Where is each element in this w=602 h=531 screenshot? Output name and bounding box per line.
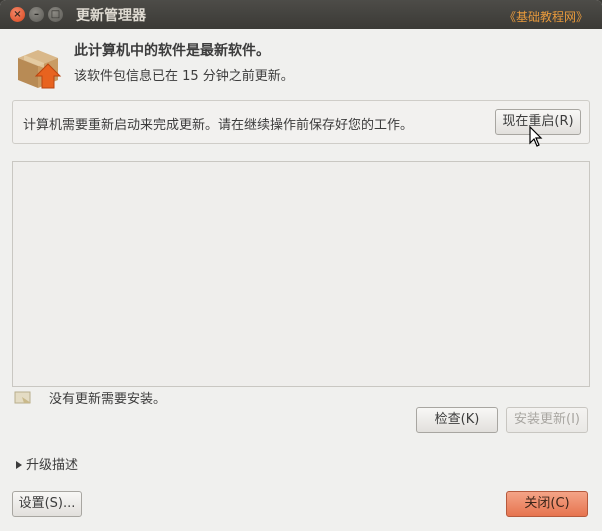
- title-bar[interactable]: × – □ 更新管理器 《基础教程网》: [0, 0, 602, 29]
- expander-arrow-icon: [16, 460, 22, 469]
- window-maximize-button[interactable]: □: [48, 7, 63, 22]
- updates-list[interactable]: [12, 161, 590, 387]
- restart-infobar: 计算机需要重新启动来完成更新。请在继续操作前保存好您的工作。 现在重启(R): [12, 100, 590, 144]
- status-message: 没有更新需要安装。: [49, 392, 167, 407]
- mouse-cursor-icon: [529, 126, 543, 147]
- package-icon: [18, 50, 62, 89]
- window-title: 更新管理器: [76, 8, 146, 24]
- expander-label: 升级描述: [26, 458, 79, 473]
- install-updates-button[interactable]: 安装更新(I): [506, 407, 588, 433]
- check-button[interactable]: 检查(K): [416, 407, 498, 433]
- settings-button[interactable]: 设置(S)...: [12, 491, 82, 517]
- status-heading: 此计算机中的软件是最新软件。: [74, 43, 270, 59]
- upgrade-description-expander[interactable]: 升级描述: [16, 454, 78, 473]
- close-button[interactable]: 关闭(C): [506, 491, 588, 517]
- watermark-text: 《基础教程网》: [503, 10, 588, 24]
- status-subheading: 该软件包信息已在 15 分钟之前更新。: [74, 69, 294, 84]
- window-minimize-button[interactable]: –: [29, 7, 44, 22]
- restart-message: 计算机需要重新启动来完成更新。请在继续操作前保存好您的工作。: [23, 118, 414, 133]
- status-icon: [14, 391, 31, 404]
- update-manager-window: × – □ 更新管理器 《基础教程网》 此计算机中的软件是最新软件。 该软件包信…: [0, 0, 602, 531]
- window-close-button[interactable]: ×: [10, 7, 25, 22]
